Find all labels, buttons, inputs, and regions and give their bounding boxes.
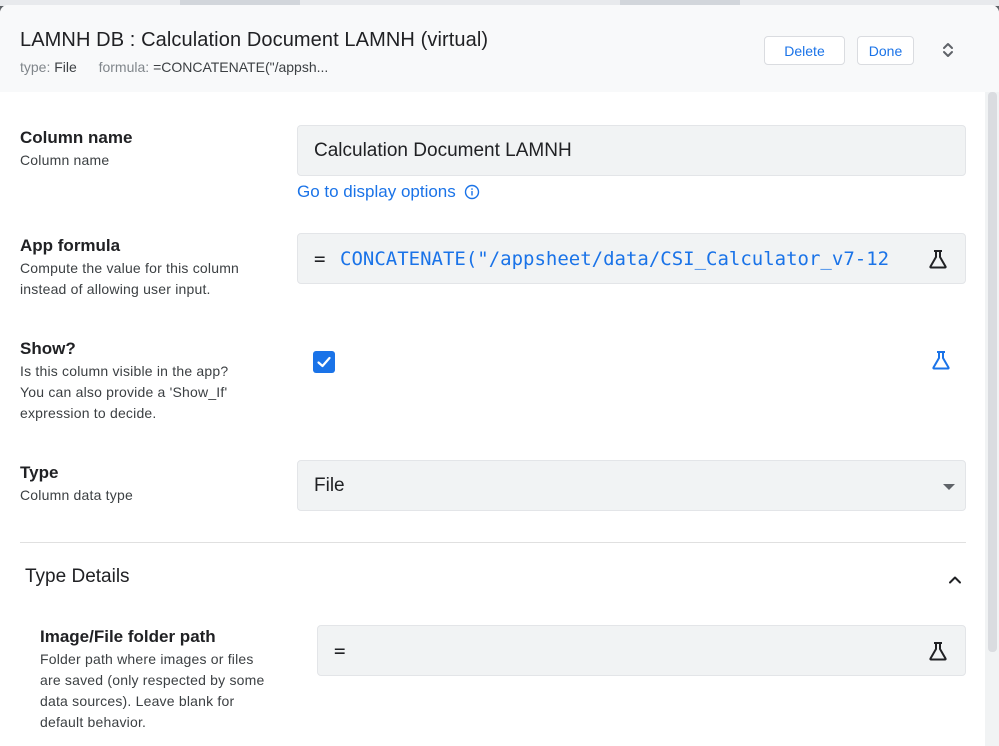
dialog-title: LAMNH DB : Calculation Document LAMNH (v… — [20, 29, 489, 51]
chevron-up-icon[interactable] — [946, 571, 964, 589]
app-formula-description-line: Compute the value for this column — [20, 260, 240, 276]
show-checkbox[interactable] — [313, 351, 335, 373]
done-button[interactable]: Done — [857, 36, 914, 65]
app-formula-description: Compute the value for this column instea… — [20, 258, 239, 300]
delete-button[interactable]: Delete — [764, 36, 845, 65]
display-options-text: Go to display options — [297, 182, 456, 201]
app-formula-description-line: instead of allowing user input. — [20, 281, 211, 297]
show-label: Show? — [20, 339, 76, 358]
formula-value: =CONCATENATE("/appsh... — [153, 59, 329, 75]
formula-key: formula: — [98, 59, 150, 75]
column-name-description: Column name — [20, 152, 110, 168]
column-name-value: Calculation Document LAMNH — [314, 139, 572, 161]
dialog-subtitle: type: File formula: =CONCATENATE("/appsh… — [20, 59, 328, 75]
expand-collapse-icon[interactable] — [938, 40, 958, 60]
folder-path-description-line: default behavior. — [40, 714, 147, 730]
folder-path-description: Folder path where images or files are sa… — [40, 649, 300, 733]
info-icon — [464, 184, 479, 200]
type-description: Column data type — [20, 487, 133, 503]
folder-path-flask-icon[interactable] — [927, 640, 949, 662]
display-options-link[interactable]: Go to display options — [297, 182, 480, 202]
folder-path-description-line: are saved (only respected by some — [40, 672, 265, 688]
folder-path-equals-sign: = — [334, 639, 346, 662]
type-key: type: — [20, 59, 51, 75]
flask-icon[interactable] — [927, 248, 949, 270]
app-formula-input[interactable]: = CONCATENATE("/appsheet/data/CSI_Calcul… — [297, 233, 966, 284]
column-name-label: Column name — [20, 128, 133, 147]
app-formula-value: CONCATENATE("/appsheet/data/CSI_Calculat… — [340, 247, 890, 270]
show-description: Is this column visible in the app? You c… — [20, 361, 228, 424]
column-name-input[interactable]: Calculation Document LAMNH — [297, 125, 966, 176]
show-description-line: expression to decide. — [20, 405, 157, 421]
type-selected-value: File — [314, 474, 345, 496]
show-if-flask-icon[interactable] — [930, 349, 952, 371]
column-editor-dialog: LAMNH DB : Calculation Document LAMNH (v… — [0, 5, 999, 746]
dropdown-arrow-icon — [943, 484, 955, 490]
type-label: Type — [20, 463, 59, 482]
show-description-line: Is this column visible in the app? — [20, 363, 229, 379]
app-formula-label: App formula — [20, 236, 121, 255]
section-divider — [20, 542, 966, 543]
folder-path-input[interactable]: = — [317, 625, 966, 676]
scrollbar-thumb[interactable] — [988, 92, 997, 652]
show-description-line: You can also provide a 'Show_If' — [20, 384, 228, 400]
type-value: File — [54, 59, 77, 75]
type-details-title[interactable]: Type Details — [25, 566, 130, 588]
folder-path-description-line: Folder path where images or files — [40, 651, 254, 667]
formula-equals-sign: = — [314, 247, 326, 270]
folder-path-label: Image/File folder path — [40, 627, 216, 646]
folder-path-description-line: data sources). Leave blank for — [40, 693, 235, 709]
checkmark-icon — [317, 356, 331, 368]
dialog-header: LAMNH DB : Calculation Document LAMNH (v… — [0, 5, 999, 92]
type-select[interactable]: File — [297, 460, 966, 511]
